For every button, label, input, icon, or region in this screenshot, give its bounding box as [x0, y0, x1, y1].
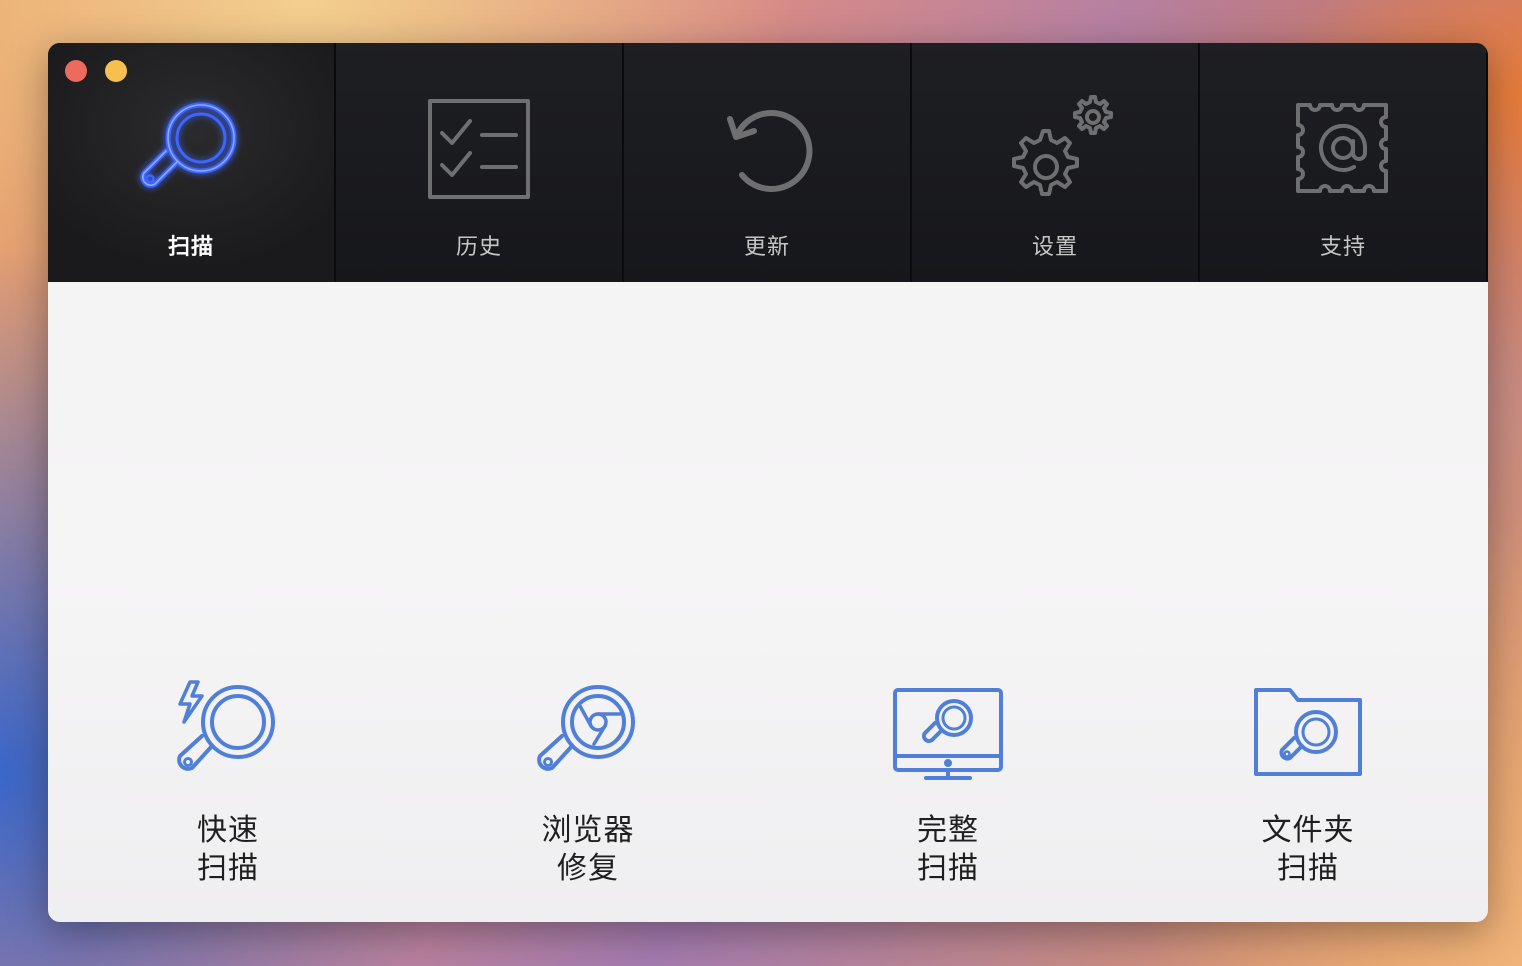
quick-scan-button[interactable]: 快速 扫描	[98, 680, 358, 888]
tile-label-line1: 完整	[917, 813, 979, 848]
tab-label: 扫描	[167, 235, 214, 260]
tile-label-line1: 浏览器	[541, 813, 635, 848]
tab-label: 历史	[455, 235, 502, 260]
tile-label-line2: 修复	[557, 851, 619, 886]
browser-repair-icon	[458, 680, 718, 790]
tab-update[interactable]: 更新	[624, 43, 912, 282]
quick-scan-icon	[98, 680, 358, 790]
tile-label-line1: 快速	[197, 813, 259, 848]
scan-options: 快速 扫描 浏览器 修复 完整 扫描 文件夹 扫描	[48, 282, 1488, 922]
folder-scan-button[interactable]: 文件夹 扫描	[1178, 680, 1438, 888]
gears-icon	[912, 93, 1198, 208]
tab-label: 更新	[743, 235, 790, 260]
tile-label-line1: 文件夹	[1261, 813, 1355, 848]
tab-settings[interactable]: 设置	[912, 43, 1200, 282]
scan-icon	[48, 93, 334, 208]
refresh-icon	[624, 93, 910, 208]
window-minimize-button[interactable]	[105, 60, 127, 82]
at-stamp-icon	[1200, 93, 1486, 208]
app-window: 扫描 历史 更新 设置 支持 快速 扫描 浏览器 修复 完整 扫描 文件夹 扫描	[48, 43, 1488, 922]
tile-label-line2: 扫描	[197, 851, 259, 886]
tab-history[interactable]: 历史	[336, 43, 624, 282]
tile-label-line2: 扫描	[917, 851, 979, 886]
main-toolbar: 扫描 历史 更新 设置 支持	[48, 43, 1488, 282]
tab-support[interactable]: 支持	[1200, 43, 1488, 282]
tab-scan[interactable]: 扫描	[48, 43, 336, 282]
tab-label: 支持	[1319, 235, 1366, 260]
folder-scan-icon	[1178, 680, 1438, 790]
tile-label-line2: 扫描	[1277, 851, 1339, 886]
full-scan-button[interactable]: 完整 扫描	[818, 680, 1078, 888]
tab-label: 设置	[1031, 235, 1078, 260]
full-scan-icon	[818, 680, 1078, 790]
checklist-icon	[336, 93, 622, 208]
window-close-button[interactable]	[65, 60, 87, 82]
browser-repair-button[interactable]: 浏览器 修复	[458, 680, 718, 888]
